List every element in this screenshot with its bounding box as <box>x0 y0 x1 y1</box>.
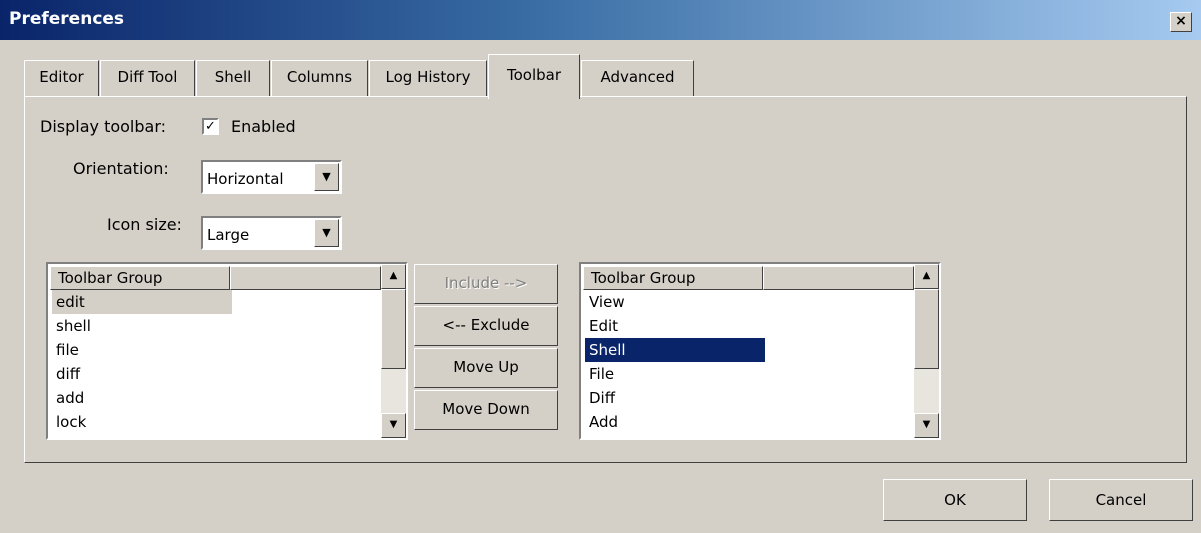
column-header-blank[interactable] <box>763 266 914 290</box>
scroll-up-arrow-icon: ▲ <box>389 270 398 281</box>
list-item[interactable]: file <box>52 338 232 362</box>
title-bar: Preferences × <box>0 0 1201 40</box>
tab-toolbar[interactable]: Toolbar <box>488 54 580 99</box>
list-item[interactable]: edit <box>52 290 232 314</box>
scroll-down-arrow-icon: ▼ <box>922 419 931 430</box>
list-item[interactable]: Add <box>585 410 765 434</box>
list-item[interactable]: lock <box>52 410 232 434</box>
tab-diff-tool[interactable]: Diff Tool <box>100 60 195 96</box>
icon-size-label: Icon size: <box>107 215 182 234</box>
orientation-value: Horizontal <box>207 170 284 188</box>
dropdown-arrow-icon: ▼ <box>322 170 331 183</box>
orientation-dropdown-button[interactable]: ▼ <box>314 163 339 191</box>
list-item[interactable]: shell <box>52 314 232 338</box>
list-item[interactable]: Diff <box>585 386 765 410</box>
enabled-label[interactable]: Enabled <box>231 117 296 136</box>
list-item[interactable]: View <box>585 290 765 314</box>
close-button[interactable]: × <box>1170 12 1192 32</box>
enabled-checkbox[interactable]: ✓ <box>202 118 219 135</box>
available-groups-list[interactable]: Toolbar Group edit shell file diff add l… <box>46 262 408 440</box>
tab-advanced[interactable]: Advanced <box>581 60 694 96</box>
cancel-button[interactable]: Cancel <box>1049 479 1193 521</box>
close-icon: × <box>1175 13 1187 29</box>
orientation-select[interactable]: Horizontal ▼ <box>201 160 342 194</box>
dropdown-arrow-icon: ▼ <box>322 226 331 239</box>
orientation-label: Orientation: <box>73 159 169 178</box>
tab-shell[interactable]: Shell <box>196 60 270 96</box>
tab-label: Shell <box>214 68 252 86</box>
ok-button[interactable]: OK <box>883 479 1027 521</box>
tab-log-history[interactable]: Log History <box>369 60 487 96</box>
icon-size-dropdown-button[interactable]: ▼ <box>314 219 339 247</box>
icon-size-value: Large <box>207 226 250 244</box>
column-header-toolbar-group[interactable]: Toolbar Group <box>50 266 230 290</box>
scroll-down-button[interactable]: ▼ <box>381 413 406 438</box>
right-list-scrollbar[interactable]: ▲ ▼ <box>914 264 939 438</box>
move-up-button[interactable]: Move Up <box>414 348 558 388</box>
scroll-thumb[interactable] <box>381 289 406 369</box>
column-header-blank[interactable] <box>230 266 381 290</box>
check-icon: ✓ <box>205 119 216 134</box>
tab-label: Log History <box>385 68 471 86</box>
selected-groups-list[interactable]: Toolbar Group View Edit Shell File Diff … <box>579 262 941 440</box>
tab-label: Columns <box>286 68 353 86</box>
scroll-up-button[interactable]: ▲ <box>914 264 939 289</box>
display-toolbar-label: Display toolbar: <box>40 117 167 136</box>
left-list-scrollbar[interactable]: ▲ ▼ <box>381 264 406 438</box>
list-item[interactable]: File <box>585 362 765 386</box>
list-item[interactable]: Shell <box>585 338 765 362</box>
icon-size-select[interactable]: Large ▼ <box>201 216 342 250</box>
tab-label: Editor <box>39 68 84 86</box>
move-down-button[interactable]: Move Down <box>414 390 558 430</box>
column-header-toolbar-group[interactable]: Toolbar Group <box>583 266 763 290</box>
scroll-thumb[interactable] <box>914 289 939 369</box>
scroll-up-button[interactable]: ▲ <box>381 264 406 289</box>
tab-columns[interactable]: Columns <box>271 60 368 96</box>
exclude-button[interactable]: <-- Exclude <box>414 306 558 346</box>
scroll-down-arrow-icon: ▼ <box>389 419 398 430</box>
window-title: Preferences <box>9 9 125 29</box>
tab-label: Diff Tool <box>117 68 178 86</box>
scroll-up-arrow-icon: ▲ <box>922 270 931 281</box>
list-item[interactable]: Edit <box>585 314 765 338</box>
tab-label: Advanced <box>600 68 675 86</box>
include-button[interactable]: Include --> <box>414 264 558 304</box>
tab-label: Toolbar <box>506 66 562 84</box>
list-item[interactable]: add <box>52 386 232 410</box>
scroll-down-button[interactable]: ▼ <box>914 413 939 438</box>
list-item[interactable]: diff <box>52 362 232 386</box>
tab-editor[interactable]: Editor <box>24 60 99 96</box>
